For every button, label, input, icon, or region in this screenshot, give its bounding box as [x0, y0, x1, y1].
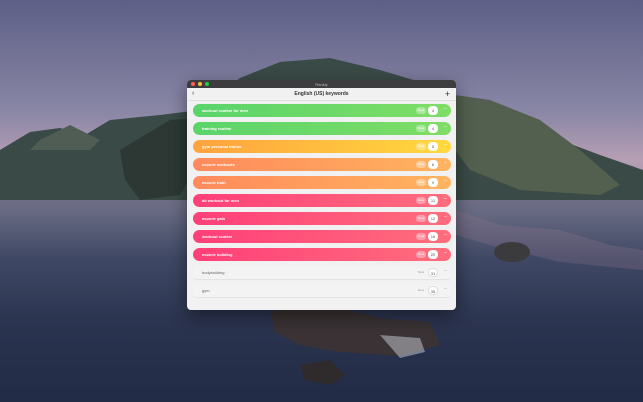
more-icon[interactable]: ··· — [444, 124, 448, 131]
keyword-row[interactable]: gym personal trainer New 5 ··· — [193, 140, 451, 153]
status-badge: New — [417, 270, 424, 274]
status-badge: New — [415, 179, 426, 186]
more-icon[interactable]: ··· — [444, 250, 448, 257]
keyword-label: bodybuilding — [202, 270, 225, 275]
keyword-label: workout routine for men — [202, 108, 248, 113]
rank-value: 6 — [428, 160, 438, 169]
status-badge: New — [415, 107, 426, 114]
keyword-row[interactable]: muscle workouts New 6 ··· — [193, 158, 451, 171]
keyword-row[interactable]: ab workout for men New 11 ··· — [193, 194, 451, 207]
keyword-label: muscle workouts — [202, 162, 235, 167]
keyword-row[interactable]: muscle train New 9 ··· — [193, 176, 451, 189]
status-badge: New — [415, 125, 426, 132]
keyword-row[interactable]: workout routine New 16 ··· — [193, 230, 451, 243]
chevron-left-icon[interactable]: ‹ — [192, 90, 194, 97]
more-icon[interactable]: ··· — [444, 214, 448, 221]
more-icon[interactable]: ··· — [444, 196, 448, 203]
window-title: Rankly — [315, 81, 328, 87]
status-badge: New — [415, 251, 426, 258]
status-badge: New — [415, 233, 426, 240]
title-bar: Rankly — [187, 80, 456, 88]
more-icon[interactable]: ··· — [444, 142, 448, 149]
rank-value: 16 — [428, 232, 438, 241]
more-icon[interactable]: ··· — [444, 106, 448, 113]
keyword-label: muscle gain — [202, 216, 226, 221]
rank-value: 4 — [428, 106, 438, 115]
more-icon[interactable]: ··· — [444, 178, 448, 185]
status-badge: New — [415, 161, 426, 168]
status-badge: New — [417, 288, 424, 292]
rank-value: 4 — [428, 124, 438, 133]
keyword-row[interactable]: bodybuilding New 31 ··· — [193, 266, 451, 279]
minimize-window-button[interactable] — [198, 82, 202, 86]
rank-value: 35 — [428, 286, 438, 295]
status-badge: New — [415, 197, 426, 204]
keyword-label: training routine — [202, 126, 232, 131]
status-badge: New — [415, 143, 426, 150]
toolbar: ‹ English (US) keywords + — [187, 88, 456, 101]
keyword-label: muscle building — [202, 252, 233, 257]
page-title: English (US) keywords — [294, 91, 349, 97]
keyword-label: workout routine — [202, 234, 233, 239]
more-icon[interactable]: ··· — [444, 232, 448, 239]
rank-value: 5 — [428, 142, 438, 151]
keyword-row[interactable]: gym New 35 ··· — [193, 284, 451, 297]
rank-value: 31 — [428, 268, 438, 277]
rank-value: 9 — [428, 178, 438, 187]
keyword-row[interactable]: muscle gain New 12 ··· — [193, 212, 451, 225]
status-badge: New — [415, 215, 426, 222]
more-icon[interactable]: ··· — [444, 268, 448, 275]
maximize-window-button[interactable] — [205, 82, 209, 86]
keyword-row[interactable]: training routine New 4 ··· — [193, 122, 451, 135]
window-controls — [191, 82, 209, 86]
rank-value: 12 — [428, 214, 438, 223]
more-icon[interactable]: ··· — [444, 160, 448, 167]
rank-value: 20 — [428, 250, 438, 259]
keyword-label: gym personal trainer — [202, 144, 242, 149]
more-icon[interactable]: ··· — [444, 286, 448, 293]
keyword-list: workout routine for men New 4 ··· traini… — [187, 101, 456, 297]
close-window-button[interactable] — [191, 82, 195, 86]
keyword-label: ab workout for men — [202, 198, 240, 203]
app-window: Rankly ‹ English (US) keywords + workout… — [187, 80, 456, 310]
plus-icon[interactable]: + — [445, 89, 450, 99]
keyword-label: gym — [202, 288, 210, 293]
keyword-label: muscle train — [202, 180, 226, 185]
keyword-row[interactable]: workout routine for men New 4 ··· — [193, 104, 451, 117]
keyword-row[interactable]: muscle building New 20 ··· — [193, 248, 451, 261]
rank-value: 11 — [428, 196, 438, 205]
